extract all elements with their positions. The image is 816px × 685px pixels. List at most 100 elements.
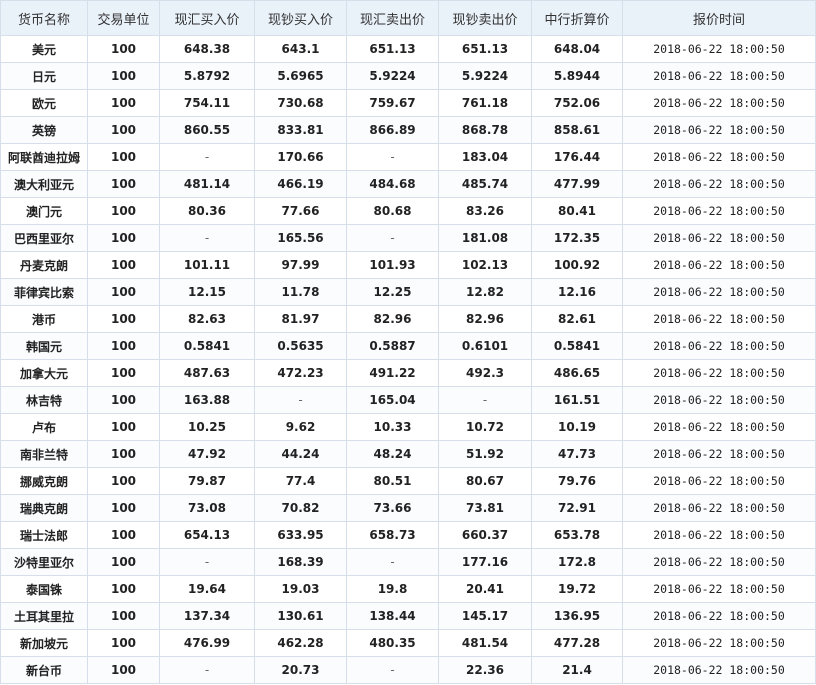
cell-cash-sell: 651.13 <box>438 35 532 63</box>
cell-cash-sell: 660.37 <box>438 521 532 549</box>
cell-cash-sell: - <box>438 386 532 414</box>
cell-cash-sell: 5.9224 <box>438 62 532 90</box>
cell-cash-buy: 170.66 <box>254 143 347 171</box>
cell-cash-buy: 77.4 <box>254 467 347 495</box>
cell-spot-buy: 860.55 <box>159 116 255 144</box>
table-row: 土耳其里拉 100 137.34 130.61 138.44 145.17 136.95 20… <box>0 602 816 630</box>
table-row: 菲律宾比索 100 12.15 11.78 12.25 12.82 12.16 2018-06… <box>0 278 816 306</box>
cell-spot-sell: 101.93 <box>346 251 439 279</box>
cell-currency-name: 阿联酋迪拉姆 <box>0 143 88 171</box>
table-row: 南非兰特 100 47.92 44.24 48.24 51.92 47.73 2018-06-… <box>0 440 816 468</box>
cell-boc-rate: 10.19 <box>531 413 623 441</box>
cell-quote-time: 2018-06-22 18:00:50 <box>622 521 816 549</box>
cell-boc-rate: 172.35 <box>531 224 623 252</box>
cell-cash-buy: - <box>254 386 347 414</box>
cell-cash-sell: 485.74 <box>438 170 532 198</box>
cell-cash-sell: 183.04 <box>438 143 532 171</box>
cell-quote-time: 2018-06-22 18:00:50 <box>622 359 816 387</box>
cell-trade-unit: 100 <box>87 62 160 90</box>
cell-spot-buy: 12.15 <box>159 278 255 306</box>
header-cash-buy: 现钞买入价 <box>254 0 347 36</box>
cell-quote-time: 2018-06-22 18:00:50 <box>622 440 816 468</box>
cell-currency-name: 日元 <box>0 62 88 90</box>
table-row: 澳大利亚元 100 481.14 466.19 484.68 485.74 477.99 20… <box>0 170 816 198</box>
cell-cash-sell: 73.81 <box>438 494 532 522</box>
cell-spot-sell: 165.04 <box>346 386 439 414</box>
cell-boc-rate: 858.61 <box>531 116 623 144</box>
cell-spot-buy: 481.14 <box>159 170 255 198</box>
cell-cash-buy: 97.99 <box>254 251 347 279</box>
cell-quote-time: 2018-06-22 18:00:50 <box>622 413 816 441</box>
cell-trade-unit: 100 <box>87 440 160 468</box>
cell-currency-name: 韩国元 <box>0 332 88 360</box>
cell-currency-name: 瑞士法郎 <box>0 521 88 549</box>
cell-quote-time: 2018-06-22 18:00:50 <box>622 251 816 279</box>
table-row: 丹麦克朗 100 101.11 97.99 101.93 102.13 100.92 2018… <box>0 251 816 279</box>
cell-trade-unit: 100 <box>87 116 160 144</box>
cell-boc-rate: 477.28 <box>531 629 623 657</box>
cell-trade-unit: 100 <box>87 602 160 630</box>
table-row: 美元 100 648.38 643.1 651.13 651.13 648.04 2018-0… <box>0 35 816 63</box>
cell-boc-rate: 12.16 <box>531 278 623 306</box>
cell-spot-sell: 491.22 <box>346 359 439 387</box>
cell-boc-rate: 136.95 <box>531 602 623 630</box>
cell-spot-sell: - <box>346 143 439 171</box>
cell-quote-time: 2018-06-22 18:00:50 <box>622 494 816 522</box>
cell-cash-buy: 9.62 <box>254 413 347 441</box>
exchange-rate-table: 货币名称 交易单位 现汇买入价 现钞买入价 现汇卖出价 现钞卖出价 中行折算价 … <box>0 0 816 684</box>
cell-boc-rate: 72.91 <box>531 494 623 522</box>
cell-currency-name: 澳门元 <box>0 197 88 225</box>
table-row: 泰国铢 100 19.64 19.03 19.8 20.41 19.72 2018-06-22… <box>0 575 816 603</box>
cell-spot-buy: 79.87 <box>159 467 255 495</box>
header-cash-sell: 现钞卖出价 <box>438 0 532 36</box>
cell-cash-buy: 70.82 <box>254 494 347 522</box>
cell-spot-sell: - <box>346 224 439 252</box>
cell-spot-buy: 73.08 <box>159 494 255 522</box>
cell-boc-rate: 752.06 <box>531 89 623 117</box>
cell-currency-name: 欧元 <box>0 89 88 117</box>
cell-cash-sell: 83.26 <box>438 197 532 225</box>
cell-quote-time: 2018-06-22 18:00:50 <box>622 278 816 306</box>
cell-trade-unit: 100 <box>87 278 160 306</box>
cell-cash-sell: 181.08 <box>438 224 532 252</box>
cell-spot-sell: 759.67 <box>346 89 439 117</box>
cell-cash-sell: 80.67 <box>438 467 532 495</box>
cell-cash-sell: 868.78 <box>438 116 532 144</box>
cell-cash-buy: 77.66 <box>254 197 347 225</box>
table-row: 沙特里亚尔 100-168.39-177.16 172.8 2018-06-22 18… <box>0 548 816 576</box>
table-row: 瑞典克朗 100 73.08 70.82 73.66 73.81 72.91 2018-06-… <box>0 494 816 522</box>
cell-currency-name: 英镑 <box>0 116 88 144</box>
cell-cash-sell: 0.6101 <box>438 332 532 360</box>
table-row: 瑞士法郎 100 654.13 633.95 658.73 660.37 653.78 201… <box>0 521 816 549</box>
cell-cash-buy: 462.28 <box>254 629 347 657</box>
cell-spot-sell: 866.89 <box>346 116 439 144</box>
cell-trade-unit: 100 <box>87 413 160 441</box>
cell-trade-unit: 100 <box>87 494 160 522</box>
cell-spot-sell: 73.66 <box>346 494 439 522</box>
cell-cash-sell: 51.92 <box>438 440 532 468</box>
cell-currency-name: 新台币 <box>0 656 88 684</box>
cell-quote-time: 2018-06-22 18:00:50 <box>622 602 816 630</box>
cell-trade-unit: 100 <box>87 548 160 576</box>
cell-trade-unit: 100 <box>87 143 160 171</box>
cell-spot-buy: 648.38 <box>159 35 255 63</box>
cell-currency-name: 卢布 <box>0 413 88 441</box>
cell-cash-buy: 20.73 <box>254 656 347 684</box>
cell-cash-buy: 833.81 <box>254 116 347 144</box>
cell-spot-sell: 138.44 <box>346 602 439 630</box>
cell-cash-buy: 0.5635 <box>254 332 347 360</box>
cell-trade-unit: 100 <box>87 575 160 603</box>
cell-quote-time: 2018-06-22 18:00:50 <box>622 548 816 576</box>
cell-trade-unit: 100 <box>87 629 160 657</box>
cell-spot-sell: 10.33 <box>346 413 439 441</box>
cell-cash-buy: 130.61 <box>254 602 347 630</box>
table-row: 澳门元 100 80.36 77.66 80.68 83.26 80.41 2018-06-2… <box>0 197 816 225</box>
cell-spot-sell: 12.25 <box>346 278 439 306</box>
cell-boc-rate: 82.61 <box>531 305 623 333</box>
table-row: 日元 100 5.8792 5.6965 5.9224 5.9224 5.8944 2018-… <box>0 62 816 90</box>
cell-boc-rate: 80.41 <box>531 197 623 225</box>
cell-currency-name: 港币 <box>0 305 88 333</box>
cell-spot-sell: 484.68 <box>346 170 439 198</box>
table-row: 加拿大元 100 487.63 472.23 491.22 492.3 486.65 2018… <box>0 359 816 387</box>
table-row: 港币 100 82.63 81.97 82.96 82.96 82.61 2018-06-22… <box>0 305 816 333</box>
